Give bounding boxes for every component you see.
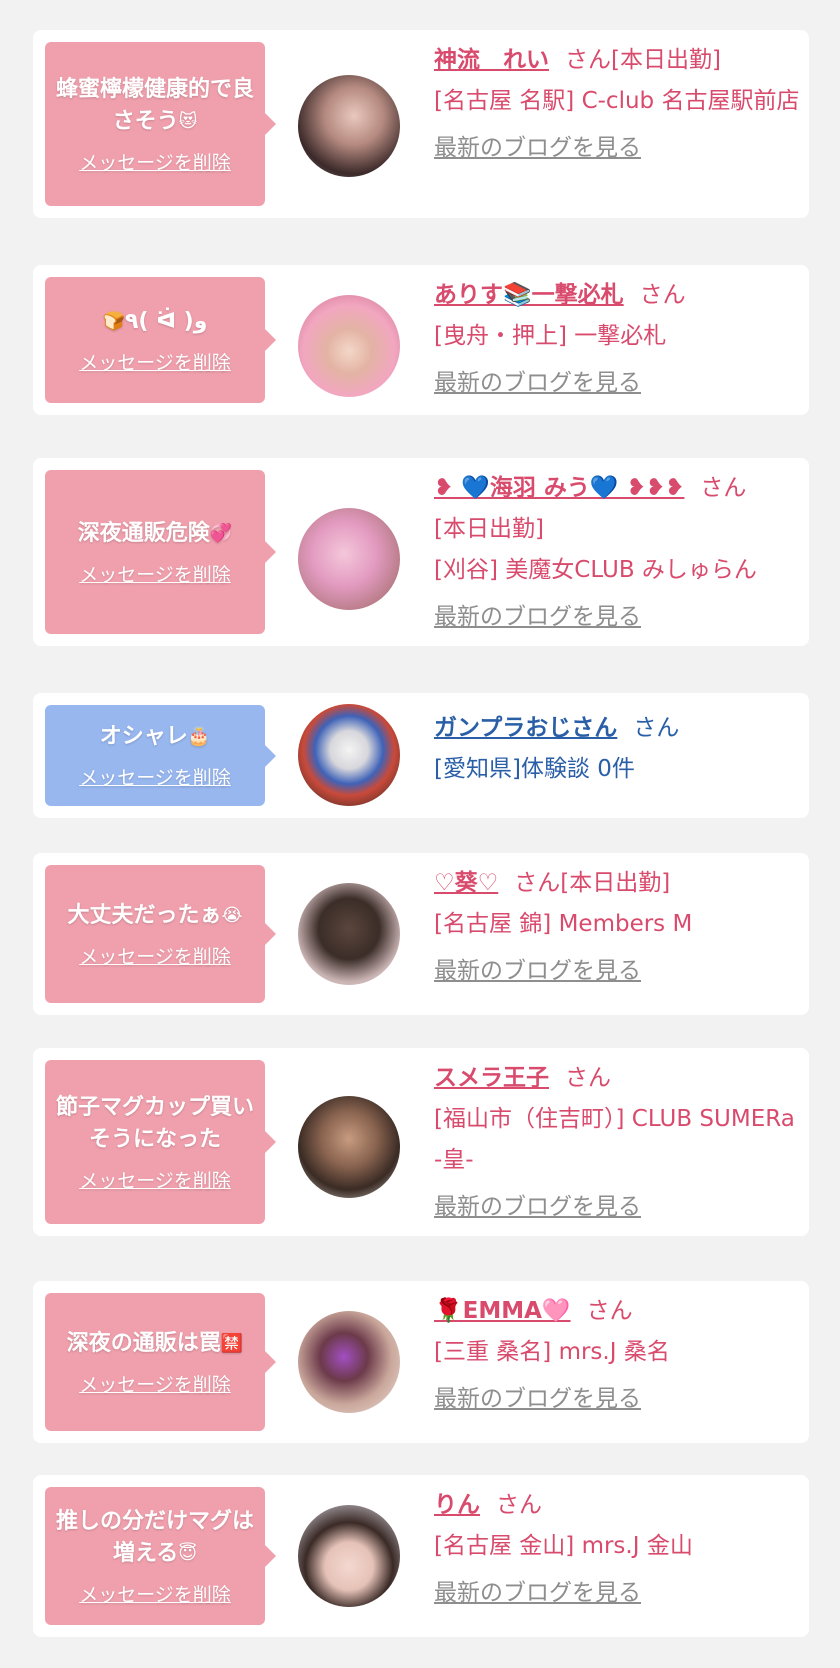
message-text: 大丈夫だったぁ😭 xyxy=(67,900,242,932)
honorific: さん xyxy=(514,870,561,896)
shop-info: [曳舟・押上] 一撃必札 xyxy=(434,323,667,349)
message-text: 推しの分だけマグは増える😇 xyxy=(51,1506,259,1570)
angel-face-icon: 😇 xyxy=(178,1542,198,1564)
shop-info: [名古屋 名駅] C-club 名古屋駅前店 xyxy=(434,88,800,114)
prohibited-icon: 🈲 xyxy=(220,1332,244,1354)
profile-info: ありす📚一撃必札 さん [曳舟・押上] 一撃必札 最新のブログを見る xyxy=(434,275,804,404)
avatar[interactable] xyxy=(298,1505,400,1607)
message-card: 🍞٩( ᐛ )و メッセージを削除 ありす📚一撃必札 さん [曳舟・押上] 一撃必… xyxy=(33,265,809,415)
message-bubble: 蜂蜜檸檬健康的で良さそう😻 メッセージを削除 xyxy=(45,42,276,206)
message-bubble: 節子マグカップ買いそうになった メッセージを削除 xyxy=(45,1060,276,1224)
message-text: 🍞٩( ᐛ )و xyxy=(103,306,208,338)
emoji-icon: 😻 xyxy=(178,110,198,132)
delete-message-link[interactable]: メッセージを削除 xyxy=(79,1370,231,1397)
profile-name-link[interactable]: りん xyxy=(434,1492,480,1518)
shop-info: [三重 桑名] mrs.J 桑名 xyxy=(434,1339,670,1365)
crying-face-icon: 😭 xyxy=(221,904,243,926)
profile-info: りん さん [名古屋 金山] mrs.J 金山 最新のブログを見る xyxy=(434,1485,804,1614)
shop-info: [愛知県]体験談 0件 xyxy=(434,756,635,782)
profile-name-link[interactable]: 🌹EMMA🩷 xyxy=(434,1298,571,1324)
profile-info: スメラ王子 さん [福山市（住吉町）] CLUB SUMERa -皇- 最新のブロ… xyxy=(434,1058,804,1228)
message-text: 深夜の通販は罠🈲 xyxy=(67,1328,243,1360)
shop-info: [名古屋 金山] mrs.J 金山 xyxy=(434,1533,693,1559)
message-text: 蜂蜜檸檬健康的で良さそう😻 xyxy=(51,74,259,138)
blog-link[interactable]: 最新のブログを見る xyxy=(434,128,641,169)
status-badge: [本日出勤] xyxy=(611,47,721,73)
honorific: さん xyxy=(496,1492,542,1518)
profile-name-link[interactable]: ありす📚一撃必札 xyxy=(434,282,624,308)
profile-name-link[interactable]: スメラ王子 xyxy=(434,1065,549,1091)
avatar[interactable] xyxy=(298,508,400,610)
shop-info: [刈谷] 美魔女CLUB みしゅらん xyxy=(434,557,757,583)
shop-info: [福山市（住吉町）] CLUB SUMERa -皇- xyxy=(434,1106,795,1173)
honorific: さん xyxy=(639,282,686,308)
message-card: 蜂蜜檸檬健康的で良さそう😻 メッセージを削除 神流 れい さん[本日出勤] [名古… xyxy=(33,30,809,218)
status-badge: [本日出勤] xyxy=(434,516,544,542)
shop-info: [名古屋 錦] Members M xyxy=(434,911,693,937)
avatar[interactable] xyxy=(298,1311,400,1413)
profile-name-link[interactable]: ガンプラおじさん xyxy=(434,715,617,741)
honorific: さん xyxy=(586,1298,633,1324)
delete-message-link[interactable]: メッセージを削除 xyxy=(79,1166,231,1193)
profile-name-link[interactable]: ❥ 💙海羽 みう💙 ❥❥❥ xyxy=(434,475,684,501)
message-card: 深夜通販危険💞 メッセージを削除 ❥ 💙海羽 みう💙 ❥❥❥ さん [本日出勤] … xyxy=(33,458,809,646)
message-card: オシャレ🎂 メッセージを削除 ガンプラおじさん さん [愛知県]体験談 0件 xyxy=(33,693,809,818)
profile-info: ガンプラおじさん さん [愛知県]体験談 0件 xyxy=(434,708,804,790)
avatar[interactable] xyxy=(298,75,400,177)
message-bubble: 推しの分だけマグは増える😇 メッセージを削除 xyxy=(45,1487,276,1625)
profile-name-link[interactable]: 神流 れい xyxy=(434,47,549,73)
bread-icon: 🍞 xyxy=(102,310,125,332)
profile-info: 神流 れい さん[本日出勤] [名古屋 名駅] C-club 名古屋駅前店 最新の… xyxy=(434,40,804,169)
delete-message-link[interactable]: メッセージを削除 xyxy=(79,560,231,587)
message-card: 深夜の通販は罠🈲 メッセージを削除 🌹EMMA🩷 さん [三重 桑名] mrs.J… xyxy=(33,1281,809,1443)
honorific: さん xyxy=(565,47,611,73)
delete-message-link[interactable]: メッセージを削除 xyxy=(79,348,231,375)
honorific: さん xyxy=(565,1065,611,1091)
message-text: 節子マグカップ買いそうになった xyxy=(55,1094,254,1152)
message-bubble: 深夜の通販は罠🈲 メッセージを削除 xyxy=(45,1293,276,1431)
blog-link[interactable]: 最新のブログを見る xyxy=(434,363,641,404)
avatar[interactable] xyxy=(298,704,400,806)
avatar[interactable] xyxy=(298,1096,400,1198)
blog-link[interactable]: 最新のブログを見る xyxy=(434,951,641,992)
message-bubble: オシャレ🎂 メッセージを削除 xyxy=(45,705,276,806)
message-card: 推しの分だけマグは増える😇 メッセージを削除 りん さん [名古屋 金山] mrs… xyxy=(33,1475,809,1637)
cake-icon: 🎂 xyxy=(187,726,211,747)
blog-link[interactable]: 最新のブログを見る xyxy=(434,1379,641,1420)
honorific: さん xyxy=(700,475,747,501)
message-text: 深夜通販危険💞 xyxy=(78,518,232,550)
message-text: オシャレ🎂 xyxy=(100,721,210,753)
message-card: 節子マグカップ買いそうになった メッセージを削除 スメラ王子 さん [福山市（住吉… xyxy=(33,1048,809,1236)
delete-message-link[interactable]: メッセージを削除 xyxy=(79,942,231,969)
blog-link[interactable]: 最新のブログを見る xyxy=(434,597,641,638)
profile-info: ♡葵♡ さん[本日出勤] [名古屋 錦] Members M 最新のブログを見る xyxy=(434,863,804,992)
hearts-icon: 💞 xyxy=(209,522,233,544)
status-badge: [本日出勤] xyxy=(560,870,671,896)
profile-name-link[interactable]: ♡葵♡ xyxy=(434,870,498,896)
profile-info: ❥ 💙海羽 みう💙 ❥❥❥ さん [本日出勤] [刈谷] 美魔女CLUB みしゅら… xyxy=(434,468,804,638)
message-bubble: 🍞٩( ᐛ )و メッセージを削除 xyxy=(45,277,276,403)
message-bubble: 大丈夫だったぁ😭 メッセージを削除 xyxy=(45,865,276,1003)
message-card: 大丈夫だったぁ😭 メッセージを削除 ♡葵♡ さん[本日出勤] [名古屋 錦] Me… xyxy=(33,853,809,1015)
blog-link[interactable]: 最新のブログを見る xyxy=(434,1573,641,1614)
avatar[interactable] xyxy=(298,883,400,985)
honorific: さん xyxy=(633,715,680,741)
delete-message-link[interactable]: メッセージを削除 xyxy=(79,763,231,790)
delete-message-link[interactable]: メッセージを削除 xyxy=(79,1580,231,1607)
profile-info: 🌹EMMA🩷 さん [三重 桑名] mrs.J 桑名 最新のブログを見る xyxy=(434,1291,804,1420)
delete-message-link[interactable]: メッセージを削除 xyxy=(79,148,231,175)
blog-link[interactable]: 最新のブログを見る xyxy=(434,1187,641,1228)
message-bubble: 深夜通販危険💞 メッセージを削除 xyxy=(45,470,276,634)
avatar[interactable] xyxy=(298,295,400,397)
